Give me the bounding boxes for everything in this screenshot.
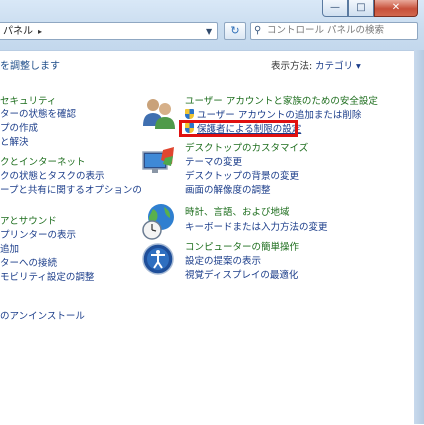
maximize-button[interactable]: □ bbox=[348, 0, 374, 17]
link-check-status[interactable]: ターの状態を確認 bbox=[0, 109, 76, 121]
category-appearance[interactable]: デスクトップのカスタマイズ bbox=[185, 143, 308, 155]
breadcrumb-chevron-icon[interactable]: ▸ bbox=[38, 27, 42, 36]
search-icon: ⚲ bbox=[254, 25, 262, 36]
uac-shield-icon bbox=[185, 109, 194, 119]
globe-clock-icon[interactable] bbox=[141, 203, 177, 241]
link-uninstall-program[interactable]: のアンインストール bbox=[0, 311, 85, 323]
link-screen-resolution[interactable]: 画面の解像度の調整 bbox=[185, 185, 271, 197]
window-controls: — □ ✕ bbox=[322, 0, 418, 18]
link-optimize-display[interactable]: 視覚ディスプレイの最適化 bbox=[185, 270, 298, 282]
category-system-security[interactable]: セキュリティ bbox=[0, 96, 56, 108]
category-ease-of-access[interactable]: コンピューターの簡単操作 bbox=[185, 242, 299, 254]
close-button[interactable]: ✕ bbox=[374, 0, 418, 17]
highlight-box bbox=[179, 120, 298, 137]
view-by-dropdown[interactable]: カテゴリ ▾ bbox=[315, 61, 361, 73]
view-by-label: 表示方法: bbox=[271, 61, 313, 72]
link-connect-projector[interactable]: ターへの接続 bbox=[0, 258, 57, 270]
category-hardware-sound[interactable]: アとサウンド bbox=[0, 216, 57, 228]
link-recommended-settings[interactable]: 設定の提案の表示 bbox=[185, 256, 261, 268]
user-accounts-icon[interactable] bbox=[141, 96, 177, 130]
address-dropdown-icon[interactable]: ▼ bbox=[206, 27, 212, 36]
link-backup[interactable]: プの作成 bbox=[0, 123, 38, 135]
address-bar[interactable]: パネル ▸ bbox=[0, 22, 218, 40]
link-add-device[interactable]: 追加 bbox=[0, 244, 19, 256]
link-change-keyboard[interactable]: キーボードまたは入力方法の変更 bbox=[185, 222, 328, 234]
link-mobility-settings[interactable]: モビリティ設定の調整 bbox=[0, 272, 94, 284]
link-homegroup-options[interactable]: ープと共有に関するオプションの bbox=[0, 185, 142, 197]
category-network[interactable]: クとインターネット bbox=[0, 157, 86, 169]
page-title: を調整します bbox=[0, 61, 60, 72]
link-network-status[interactable]: クの状態とタスクの表示 bbox=[0, 171, 105, 183]
search-input[interactable]: ⚲ コントロール パネルの検索 bbox=[250, 22, 418, 40]
link-troubleshoot[interactable]: と解決 bbox=[0, 137, 29, 149]
category-clock-region[interactable]: 時計、言語、および地域 bbox=[185, 207, 290, 219]
search-placeholder: コントロール パネルの検索 bbox=[267, 25, 385, 36]
window-frame-right bbox=[414, 50, 424, 424]
address-path[interactable]: パネル bbox=[3, 26, 33, 37]
ease-of-access-icon[interactable] bbox=[141, 242, 177, 276]
category-user-accounts[interactable]: ユーザー アカウントと家族のための安全設定 bbox=[185, 96, 378, 108]
refresh-button[interactable]: ↻ bbox=[224, 22, 246, 40]
link-view-printers[interactable]: プリンターの表示 bbox=[0, 230, 76, 242]
minimize-button[interactable]: — bbox=[322, 0, 348, 17]
desktop-customize-icon[interactable] bbox=[141, 146, 177, 176]
link-change-background[interactable]: デスクトップの背景の変更 bbox=[185, 171, 299, 183]
link-change-theme[interactable]: テーマの変更 bbox=[185, 157, 242, 169]
